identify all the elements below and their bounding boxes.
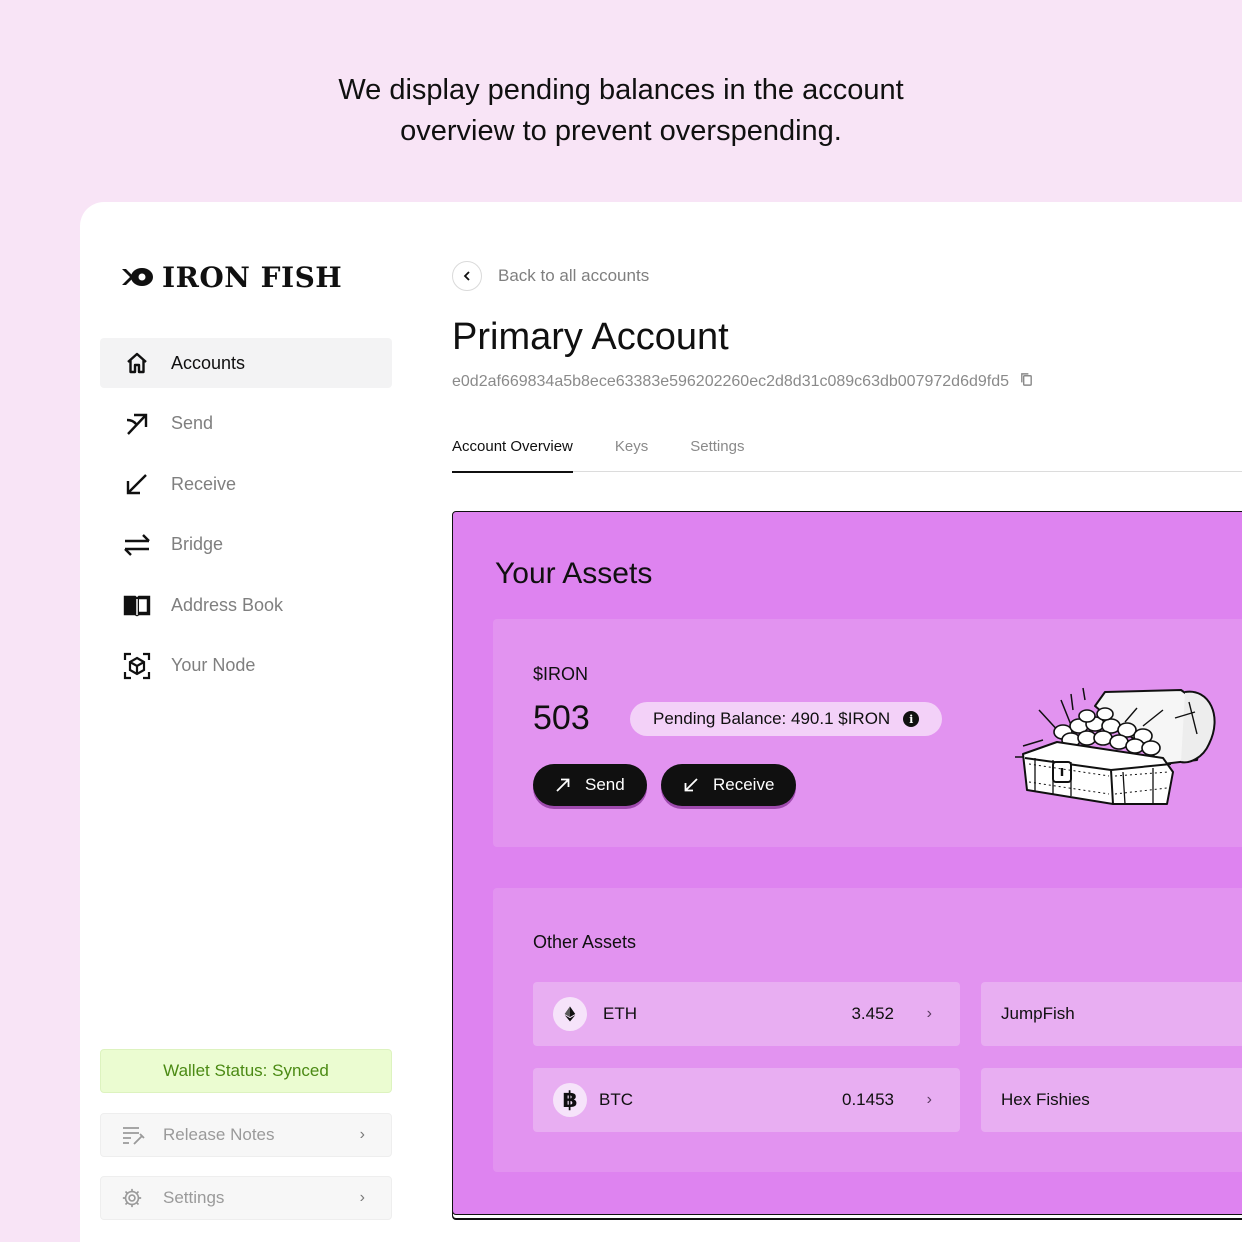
sidebar-item-label: Your Node [171, 655, 256, 675]
bridge-arrows-icon [122, 530, 152, 560]
app-window: IRON FISH Accounts Send Receive Bridge A… [80, 202, 1242, 1242]
wallet-status-badge: Wallet Status: Synced [100, 1049, 392, 1093]
sidebar-item-label: Send [171, 413, 214, 433]
chevron-right-icon: › [359, 1126, 365, 1143]
settings-button[interactable]: Settings › [100, 1176, 392, 1220]
bitcoin-icon: ฿ [553, 1083, 587, 1117]
receive-arrow-icon [122, 469, 152, 499]
iron-fish-logo[interactable]: IRON FISH [120, 260, 343, 294]
release-notes-label: Release Notes [163, 1125, 275, 1144]
release-notes-button[interactable]: Release Notes › [100, 1113, 392, 1157]
asset-row-btc[interactable]: ฿ BTC 0.1453 › [533, 1068, 960, 1132]
pending-balance-badge: Pending Balance: 490.1 $IRON i [630, 702, 943, 736]
other-assets-title: Other Assets [533, 932, 637, 952]
sidebar-item-address-book[interactable]: Address Book [100, 580, 392, 630]
iron-balance: 503 [533, 699, 590, 737]
send-arrow-icon [122, 409, 152, 439]
sidebar-item-send[interactable]: Send [100, 399, 392, 449]
chevron-right-icon: › [926, 1091, 932, 1108]
asset-row-jumpfish[interactable]: JumpFish [981, 982, 1242, 1046]
sidebar-item-label: Address Book [171, 594, 284, 615]
book-icon [122, 590, 152, 620]
account-address: e0d2af669834a5b8ece63383e596202260ec2d8d… [452, 372, 1034, 392]
chevron-right-icon: › [359, 1189, 365, 1206]
home-icon [122, 348, 152, 378]
sidebar-item-label: Bridge [171, 534, 224, 554]
sidebar-item-bridge[interactable]: Bridge [100, 520, 392, 570]
node-cube-icon [122, 651, 152, 681]
ethereum-icon [553, 997, 587, 1031]
back-label: Back to all accounts [498, 266, 650, 285]
asset-balance: 0.1453 [842, 1090, 894, 1109]
iron-balance-card: $IRON 503 Pending Balance: 490.1 $IRON i… [493, 619, 1242, 847]
receive-arrow-icon [684, 778, 698, 792]
send-button[interactable]: Send [533, 764, 647, 806]
tab-account-overview[interactable]: Account Overview [452, 438, 573, 473]
address-text: e0d2af669834a5b8ece63383e596202260ec2d8d… [452, 373, 1009, 390]
asset-name: JumpFish [1001, 1004, 1075, 1023]
notes-edit-icon [121, 1123, 145, 1147]
gear-icon [121, 1186, 145, 1210]
send-button-label: Send [585, 775, 625, 794]
tab-keys[interactable]: Keys [615, 438, 648, 472]
asset-name: ETH [603, 1004, 637, 1023]
copy-icon[interactable] [1019, 372, 1034, 392]
info-icon[interactable]: i [903, 711, 920, 727]
fish-logo-icon [122, 268, 153, 286]
treasure-chest-illustration [1015, 687, 1216, 805]
receive-button-label: Receive [713, 775, 775, 794]
chevron-right-icon: › [926, 1005, 932, 1022]
your-assets-panel: Your Assets $IRON 503 Pending Balance: 4… [452, 511, 1242, 1215]
asset-row-hex-fishies[interactable]: Hex Fishies [981, 1068, 1242, 1132]
sidebar-item-label: Receive [171, 473, 237, 494]
sidebar-item-receive[interactable]: Receive [100, 459, 392, 509]
sidebar-item-accounts[interactable]: Accounts [100, 338, 392, 388]
sidebar-item-label: Accounts [171, 352, 246, 373]
tab-settings[interactable]: Settings [690, 438, 744, 472]
sidebar-item-your-node[interactable]: Your Node [100, 641, 392, 691]
iron-label: $IRON [533, 664, 589, 684]
caption-line-1: We display pending balances in the accou… [338, 74, 904, 106]
brand-name: IRON FISH [162, 260, 343, 294]
asset-name: Hex Fishies [1001, 1090, 1090, 1109]
asset-balance: 3.452 [851, 1004, 894, 1023]
chevron-left-icon [452, 261, 482, 291]
sidebar-nav: Accounts Send Receive Bridge Address Boo… [100, 338, 392, 701]
pending-balance-text: Pending Balance: 490.1 $IRON [653, 709, 891, 728]
account-tabs: Account Overview Keys Settings [452, 438, 1242, 473]
settings-label: Settings [163, 1188, 225, 1207]
asset-row-eth[interactable]: ETH 3.452 › [533, 982, 960, 1046]
other-assets-card: Other Assets ETH 3.452 › JumpFish ฿ BTC … [493, 888, 1242, 1172]
back-to-accounts-link[interactable]: Back to all accounts [452, 261, 649, 291]
asset-name: BTC [599, 1090, 633, 1109]
assets-title: Your Assets [495, 557, 653, 590]
marketing-caption: We display pending balances in the accou… [0, 70, 1242, 152]
receive-button[interactable]: Receive [661, 764, 797, 806]
send-arrow-icon [556, 778, 570, 792]
caption-line-2: overview to prevent overspending. [400, 115, 842, 147]
page-title: Primary Account [452, 316, 729, 358]
